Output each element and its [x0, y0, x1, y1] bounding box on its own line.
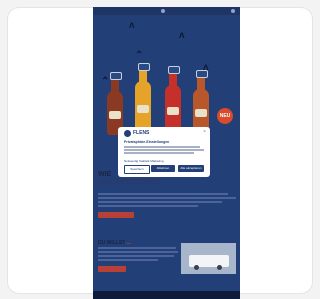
- body-text-line: [98, 259, 158, 261]
- consent-dialog: FLENS × Privatsphäre-Einstellungen Notwe…: [118, 127, 210, 177]
- brand-logo-icon: [124, 130, 131, 137]
- body-text-line: [98, 247, 176, 249]
- save-button[interactable]: Speichern: [124, 165, 150, 174]
- brand-name: FLENS: [133, 130, 150, 136]
- bottle-label: [109, 111, 121, 119]
- hero-bottles: [107, 63, 227, 135]
- new-sticker: NEU: [217, 108, 233, 124]
- menu-dot-icon[interactable]: [231, 9, 235, 13]
- vehicle-photo: [181, 243, 236, 274]
- seagull-icon: ⌃: [135, 50, 144, 61]
- body-text-line: [98, 201, 222, 203]
- camera-dot-icon: [161, 9, 165, 13]
- reject-button[interactable]: Ablehnen: [151, 165, 175, 172]
- seagull-icon: ʌ: [129, 20, 135, 31]
- status-bar: [93, 7, 240, 15]
- seagull-icon: ᴧ: [179, 30, 185, 41]
- accept-all-button[interactable]: Alle akzeptieren: [178, 165, 204, 172]
- footer-bar: [93, 291, 240, 299]
- consent-text-line: [124, 149, 204, 151]
- bottle-cap: [168, 66, 180, 74]
- bottle-cap: [110, 72, 122, 80]
- bottle-label: [195, 109, 207, 117]
- body-text-line: [98, 193, 228, 195]
- body-text-line: [98, 197, 236, 199]
- bottle-cap: [196, 70, 208, 78]
- close-icon[interactable]: ×: [203, 129, 206, 135]
- section-title-b: ...: [126, 240, 131, 246]
- body-text-line: [98, 251, 178, 253]
- wheel: [217, 265, 222, 270]
- section-title: DU WILLST ...: [98, 240, 131, 246]
- headline-line-2: DUSCHFRISCHES.: [98, 179, 161, 186]
- bottle-label: [137, 105, 149, 113]
- consent-text-line: [124, 152, 194, 154]
- section-title-a: DU WILLST: [98, 240, 126, 246]
- body-text-line: [98, 205, 198, 207]
- consent-text-line: [124, 146, 200, 148]
- cta-button[interactable]: [98, 212, 134, 218]
- consent-title: Privatsphäre-Einstellungen: [124, 140, 170, 144]
- bottle-label: [167, 107, 179, 115]
- consent-toggles[interactable]: Notwendig Statistik Marketing: [124, 159, 164, 163]
- wheel: [194, 265, 199, 270]
- body-text-line: [98, 255, 174, 257]
- bottle-cap: [138, 63, 150, 71]
- cta-button-secondary[interactable]: [98, 266, 126, 272]
